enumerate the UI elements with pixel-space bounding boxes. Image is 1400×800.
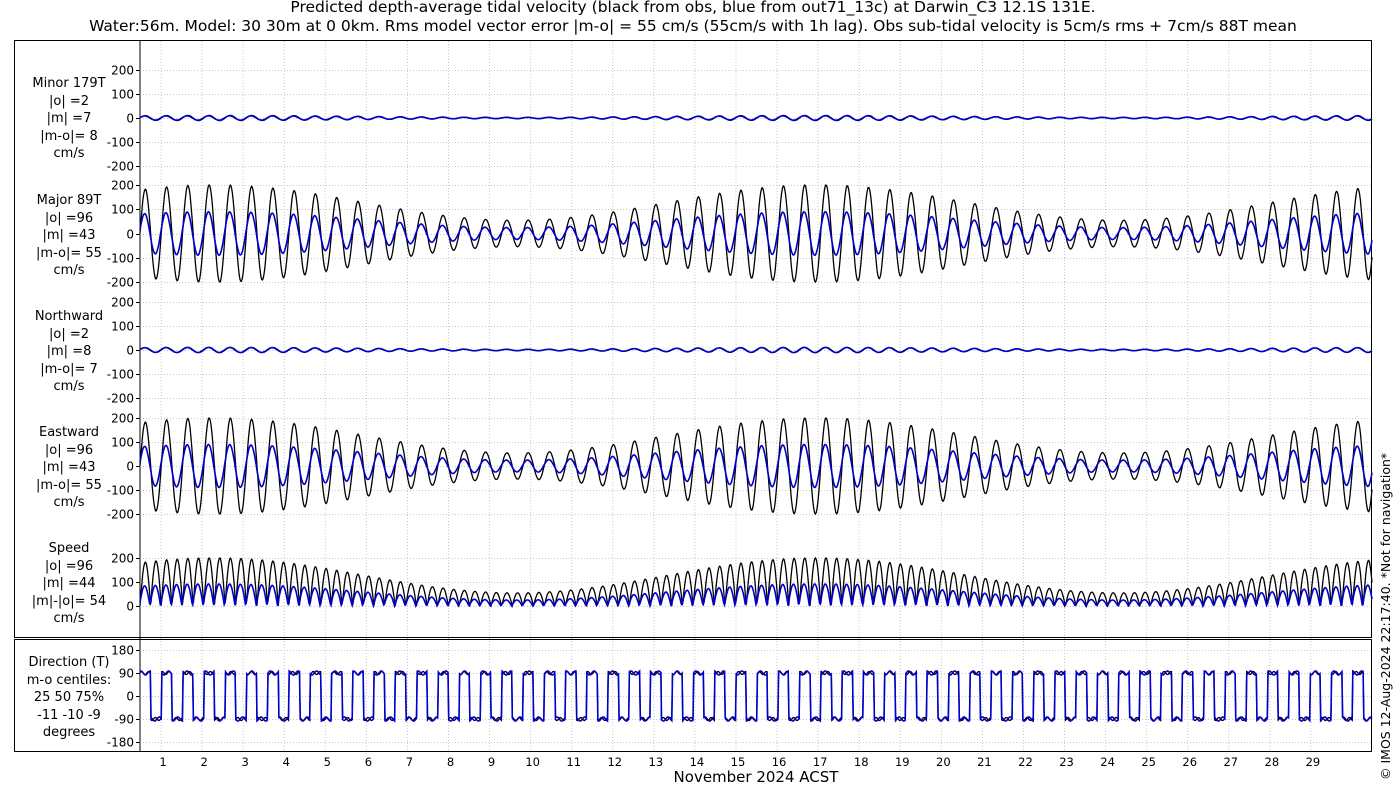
x-tick-label: 16	[772, 755, 787, 769]
x-tick-label: 23	[1059, 755, 1074, 769]
x-tick-label: 20	[936, 755, 951, 769]
x-tick-label: 9	[488, 755, 495, 769]
x-tick-label: 26	[1182, 755, 1197, 769]
x-tick-label: 18	[854, 755, 869, 769]
x-tick-label: 10	[525, 755, 540, 769]
x-tick-label: 12	[607, 755, 622, 769]
y-tick-label: 0	[126, 112, 134, 126]
x-tick-label: 22	[1018, 755, 1033, 769]
y-tick-label: 0	[126, 460, 134, 474]
y-tick-label: 0	[126, 228, 134, 242]
x-tick-label: 1	[159, 755, 166, 769]
x-tick-label: 4	[283, 755, 290, 769]
x-tick-label: 3	[242, 755, 249, 769]
x-tick-label: 21	[977, 755, 992, 769]
x-tick-label: 5	[324, 755, 331, 769]
panel-label-minor: Minor 179T |o| =2 |m| =7 |m-o|= 8 cm/s	[32, 76, 106, 161]
x-tick-label: 29	[1306, 755, 1321, 769]
copyright-notice: © IMOS 12-Aug-2024 22:17:40. *Not for na…	[1378, 452, 1393, 780]
x-axis-label: November 2024 ACST	[673, 768, 839, 786]
y-tick-label: 0	[126, 600, 134, 614]
x-tick-label: 27	[1223, 755, 1238, 769]
y-tick-label: 0	[126, 344, 134, 358]
x-tick-label: 11	[566, 755, 581, 769]
x-tick-label: 28	[1265, 755, 1280, 769]
x-tick-label: 17	[813, 755, 828, 769]
x-tick-label: 24	[1100, 755, 1115, 769]
tidal-velocity-figure: 1 2 3 4 5 6 7 8 9 10 11 12 13 14 15 16 17 18 19 20 21 22 23 24 2…	[14, 40, 1373, 769]
panel-label-major: Major 89T |o| =96 |m| =43 |m-o|= 55 cm/s	[36, 193, 102, 278]
panel-label-direction: Direction (T) m-o centiles: 25 50 75% -11 -…	[26, 655, 112, 740]
panel-label-northward: Northward |o| =2 |m| =8 |m-o|= 7 cm/s	[34, 309, 104, 394]
x-tick-label: 2	[200, 755, 207, 769]
x-tick-label: 8	[447, 755, 454, 769]
panel-label-speed: Speed |o| =96 |m| =44 |m|-|o|= 54 cm/s	[31, 541, 107, 626]
x-tick-label: 13	[649, 755, 664, 769]
x-tick-label: 19	[895, 755, 910, 769]
y-tick-label: 0	[126, 690, 134, 704]
y-tick-label: 200	[111, 179, 134, 193]
x-tick-label: 6	[365, 755, 372, 769]
x-tick-label: 25	[1141, 755, 1156, 769]
x-tick-label: 7	[406, 755, 413, 769]
velocity-panels-frame	[14, 40, 1372, 638]
panel-label-eastward: Eastward |o| =96 |m| =43 |m-o|= 55 cm/s	[36, 425, 102, 510]
x-tick-label: 14	[690, 755, 705, 769]
x-tick-label: 15	[731, 755, 746, 769]
